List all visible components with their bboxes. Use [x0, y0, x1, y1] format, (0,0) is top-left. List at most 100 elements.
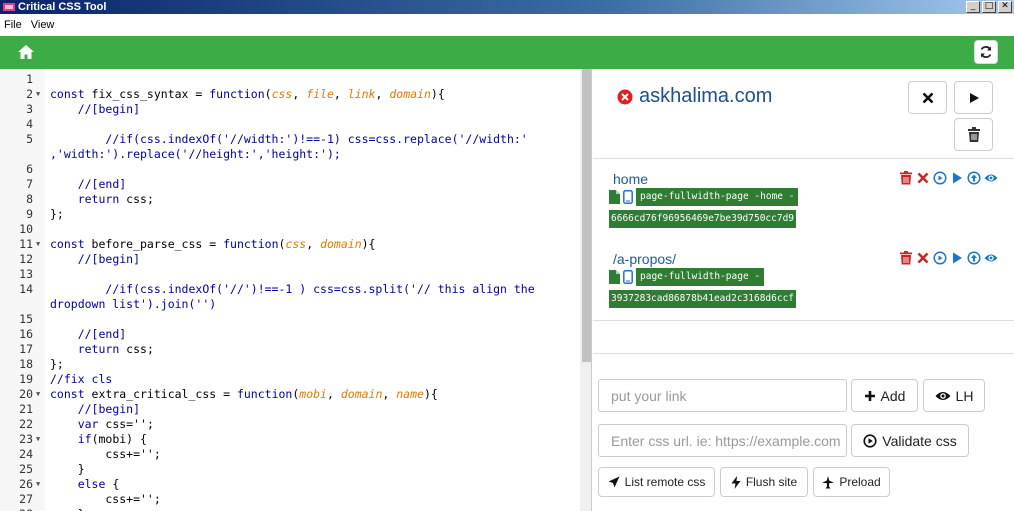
code-line[interactable]: 28 }: [0, 507, 580, 511]
preload-button[interactable]: Preload: [813, 467, 890, 497]
code-editor[interactable]: 1 2 ▼ const fix_css_syntax = function(css, …: [0, 69, 592, 511]
play-icon[interactable]: [950, 171, 964, 185]
refresh-icon: [980, 46, 992, 58]
code-line[interactable]: 20 ▼ const extra_critical_css = function(m…: [0, 387, 580, 402]
page-link-a-propos[interactable]: /a-propos/: [613, 251, 676, 267]
code-line[interactable]: 6: [0, 162, 580, 177]
stop-button[interactable]: [908, 81, 947, 114]
fold-arrow-icon[interactable]: ▼: [36, 477, 40, 492]
code-line[interactable]: 17 return css;: [0, 342, 580, 357]
link-input[interactable]: put your link: [598, 379, 847, 412]
flush-site-button[interactable]: Flush site: [720, 467, 808, 497]
code-text: //if(css.indexOf('//')!==-1 ) css=css.sp…: [50, 282, 542, 311]
maximize-button[interactable]: □: [982, 1, 996, 13]
site-header: askhalima.com: [617, 85, 772, 108]
code-line[interactable]: 23 ▼ if(mobi) {: [0, 432, 580, 447]
line-number: 1: [26, 72, 33, 86]
validate-css-label: Validate css: [882, 432, 957, 449]
code-text: const before_parse_css = function(css, d…: [50, 237, 376, 251]
trash-icon[interactable]: [899, 251, 913, 265]
code-line[interactable]: 16 //[end]: [0, 327, 580, 342]
upload-circle-icon[interactable]: [967, 171, 981, 185]
trash-icon[interactable]: [899, 171, 913, 185]
code-line[interactable]: 1: [0, 72, 580, 87]
code-line[interactable]: 21 //[begin]: [0, 402, 580, 417]
code-text: //if(css.indexOf('//width:')!==-1) css=c…: [50, 132, 535, 161]
window-title: Critical CSS Tool: [18, 1, 107, 13]
lh-button[interactable]: LH: [923, 379, 985, 412]
code-lines[interactable]: 1 2 ▼ const fix_css_syntax = function(css, …: [0, 72, 580, 511]
lh-label: LH: [955, 387, 974, 404]
line-number: 10: [19, 222, 33, 236]
menu-view[interactable]: View: [31, 19, 55, 31]
run-button[interactable]: [954, 81, 993, 114]
code-line[interactable]: 5 //if(css.indexOf('//width:')!==-1) css…: [0, 132, 580, 162]
error-status-icon: [617, 89, 633, 104]
validate-css-button[interactable]: Validate css: [851, 424, 969, 457]
page-link-home[interactable]: home: [613, 171, 648, 187]
list-remote-css-label: List remote css: [624, 475, 706, 489]
code-line[interactable]: 7 //[end]: [0, 177, 580, 192]
code-line[interactable]: 15: [0, 312, 580, 327]
line-number: 9: [26, 207, 33, 221]
list-remote-css-button[interactable]: List remote css: [598, 467, 715, 497]
add-button[interactable]: Add: [851, 379, 918, 412]
code-line[interactable]: 12 //[begin]: [0, 252, 580, 267]
upload-circle-icon[interactable]: [967, 251, 981, 265]
code-line[interactable]: 19 //fix cls: [0, 372, 580, 387]
line-number: 2: [26, 87, 33, 101]
line-number: 25: [19, 462, 33, 476]
remove-icon[interactable]: [916, 171, 930, 185]
line-number: 15: [19, 312, 33, 326]
code-line[interactable]: 24 css+='';: [0, 447, 580, 462]
code-text: };: [50, 207, 64, 221]
fold-arrow-icon[interactable]: ▼: [36, 87, 40, 102]
code-line[interactable]: 3 //[begin]: [0, 102, 580, 117]
code-line[interactable]: 27 css+='';: [0, 492, 580, 507]
code-text: //fix cls: [50, 372, 113, 386]
code-line[interactable]: 25 }: [0, 462, 580, 477]
play-circle-icon[interactable]: [933, 171, 947, 185]
page-item: home page-fullwidth-page -home - 6666cd7…: [593, 170, 1014, 232]
remove-icon[interactable]: [916, 251, 930, 265]
eye-icon[interactable]: [984, 251, 998, 265]
code-line[interactable]: 4: [0, 117, 580, 132]
code-line[interactable]: 22 var css='';: [0, 417, 580, 432]
code-line[interactable]: 26 ▼ else {: [0, 477, 580, 492]
line-number: 14: [19, 282, 33, 296]
home-button[interactable]: [16, 42, 36, 62]
delete-site-button[interactable]: [954, 118, 993, 151]
code-line[interactable]: 11 ▼ const before_parse_css = function(css…: [0, 237, 580, 252]
fold-arrow-icon[interactable]: ▼: [36, 432, 40, 447]
code-line[interactable]: 18};: [0, 357, 580, 372]
code-line[interactable]: 13: [0, 267, 580, 282]
code-text: //[end]: [77, 177, 127, 191]
line-number: 20: [19, 387, 33, 401]
fold-arrow-icon[interactable]: ▼: [36, 387, 40, 402]
eye-icon[interactable]: [984, 171, 998, 185]
css-url-input[interactable]: Enter css url. ie: https://example.com: [598, 424, 847, 457]
close-window-button[interactable]: ✕: [998, 1, 1012, 13]
page-actions: [899, 171, 998, 185]
code-line[interactable]: 9};: [0, 207, 580, 222]
code-line[interactable]: 8 return css;: [0, 192, 580, 207]
line-number: 11: [19, 237, 33, 251]
editor-scroll-thumb[interactable]: [582, 69, 591, 362]
mobile-icon: [623, 270, 633, 284]
window-controls: _ □ ✕: [966, 1, 1012, 13]
site-name: askhalima.com: [639, 85, 773, 107]
line-number: 13: [19, 267, 33, 281]
refresh-button[interactable]: [974, 40, 998, 64]
fold-arrow-icon[interactable]: ▼: [36, 237, 40, 252]
line-number: 3: [26, 102, 33, 116]
line-number: 12: [19, 252, 33, 266]
code-line[interactable]: 10: [0, 222, 580, 237]
code-line[interactable]: 2 ▼ const fix_css_syntax = function(css, f…: [0, 87, 580, 102]
play-icon[interactable]: [950, 251, 964, 265]
minimize-button[interactable]: _: [966, 1, 980, 13]
line-number: 18: [19, 357, 33, 371]
line-number: 21: [19, 402, 33, 416]
menu-file[interactable]: File: [4, 19, 22, 31]
code-line[interactable]: 14 //if(css.indexOf('//')!==-1 ) css=css…: [0, 282, 580, 312]
play-circle-icon[interactable]: [933, 251, 947, 265]
